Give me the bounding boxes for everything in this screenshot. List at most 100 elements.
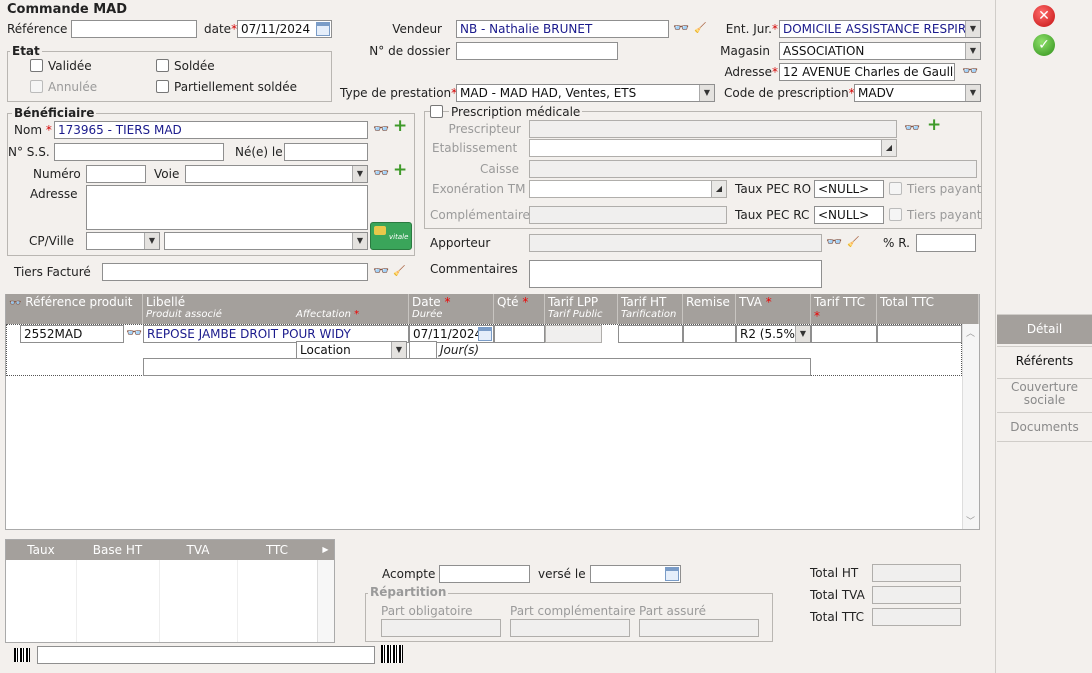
row-produit-associe[interactable] xyxy=(143,358,811,376)
prescription-checkbox[interactable] xyxy=(430,105,443,118)
totals-scrollbar[interactable] xyxy=(317,560,334,642)
code-prescription-select[interactable]: MADV ▼ xyxy=(854,84,981,102)
chevron-down-icon[interactable]: ▼ xyxy=(699,85,714,101)
vitale-card-icon[interactable]: vitale xyxy=(370,222,412,250)
adresse-input[interactable]: 12 AVENUE Charles de Gaulle xyxy=(779,63,955,81)
col-ref: 👓 Référence produit xyxy=(6,294,143,324)
ss-input[interactable] xyxy=(54,143,224,161)
validate-button[interactable]: ✓ xyxy=(1033,34,1055,56)
annulee-checkbox[interactable] xyxy=(30,80,43,93)
taux-rc-input[interactable]: <NULL> xyxy=(814,206,884,224)
etablissement-select[interactable]: ◢ xyxy=(529,139,897,157)
complementaire-input[interactable] xyxy=(529,206,727,224)
binoculars-icon[interactable]: 👓 xyxy=(373,123,389,137)
table-scrollbar[interactable]: ︿ ﹀ xyxy=(962,324,979,529)
row-tarif-ttc[interactable] xyxy=(811,325,877,343)
eraser-icon[interactable]: 🧹 xyxy=(393,265,405,279)
reference-input[interactable] xyxy=(71,20,197,38)
scroll-up-icon[interactable]: ︿ xyxy=(966,326,975,339)
dossier-input[interactable] xyxy=(456,42,618,60)
chevron-down-icon[interactable]: ▼ xyxy=(144,233,159,249)
add-icon[interactable]: + xyxy=(393,162,407,179)
magasin-select[interactable]: ASSOCIATION ▼ xyxy=(779,42,981,60)
barcode-icon xyxy=(14,648,30,662)
acompte-input[interactable] xyxy=(439,565,530,583)
chevron-down-icon[interactable]: ▼ xyxy=(352,233,367,249)
tab-documents[interactable]: Documents xyxy=(997,412,1092,442)
row-tva-select[interactable]: R2 (5.5%) ▼ xyxy=(736,325,811,343)
barcode-input[interactable] xyxy=(37,646,375,664)
binoculars-icon[interactable]: 👓 xyxy=(126,327,142,341)
type-prestation-select[interactable]: MAD - MAD HAD, Ventes, ETS ▼ xyxy=(456,84,715,102)
nom-input[interactable]: 173965 - TIERS MAD xyxy=(54,121,368,139)
col-tva-sum: TVA xyxy=(159,540,237,560)
chevron-down-icon[interactable]: ▼ xyxy=(795,326,810,342)
tab-couverture[interactable]: Couverture sociale xyxy=(997,378,1092,408)
calendar-icon[interactable] xyxy=(316,22,330,36)
exoneration-select[interactable]: ◢ xyxy=(529,180,727,198)
tiers-payant-ro-checkbox[interactable] xyxy=(889,182,902,195)
date-input[interactable]: 07/11/2024 xyxy=(237,20,332,38)
chevron-down-icon[interactable]: ◢ xyxy=(711,181,726,197)
binoculars-icon[interactable]: 👓 xyxy=(904,122,920,136)
tiers-facture-input[interactable] xyxy=(102,263,368,281)
adresse-benef-textarea[interactable] xyxy=(86,185,368,230)
binoculars-icon[interactable]: 👓 xyxy=(673,22,689,36)
partiellement-checkbox[interactable] xyxy=(156,80,169,93)
chevron-down-icon[interactable]: ▼ xyxy=(965,85,980,101)
ville-select[interactable]: ▼ xyxy=(164,232,368,250)
cancel-button[interactable]: ✕ xyxy=(1033,5,1055,27)
calendar-icon[interactable] xyxy=(478,327,492,341)
row-remise[interactable] xyxy=(683,325,736,343)
row-ref-input[interactable]: 2552MAD xyxy=(20,325,124,343)
add-icon[interactable]: + xyxy=(393,118,407,135)
binoculars-icon[interactable]: 👓 xyxy=(9,298,21,309)
prescripteur-input[interactable] xyxy=(529,120,897,138)
row-tarif-ht[interactable] xyxy=(618,325,683,343)
chevron-down-icon[interactable]: ▼ xyxy=(965,43,980,59)
col-total-ttc: Total TTC xyxy=(877,294,979,324)
commentaires-textarea[interactable] xyxy=(529,260,822,288)
apporteur-label: Apporteur xyxy=(430,236,491,250)
taux-ro-label: Taux PEC RO xyxy=(735,182,812,196)
vendeur-input[interactable]: NB - Nathalie BRUNET xyxy=(456,20,669,38)
binoculars-icon[interactable]: 👓 xyxy=(962,65,978,79)
tiers-facture-label: Tiers Facturé xyxy=(14,265,91,279)
tab-referents[interactable]: Référents xyxy=(997,346,1092,376)
nele-input[interactable] xyxy=(284,143,368,161)
cp-select[interactable]: ▼ xyxy=(86,232,160,250)
annulee-label: Annulée xyxy=(48,80,98,94)
row-affectation-select[interactable]: Location ▼ xyxy=(296,341,407,359)
soldee-checkbox[interactable] xyxy=(156,59,169,72)
binoculars-icon[interactable]: 👓 xyxy=(373,265,389,279)
row-duree-input[interactable] xyxy=(409,341,437,359)
eraser-icon[interactable]: 🧹 xyxy=(847,236,859,250)
binoculars-icon[interactable]: 👓 xyxy=(373,167,389,181)
chevron-down-icon[interactable]: ▼ xyxy=(965,21,980,37)
row-qte-input[interactable] xyxy=(494,325,545,343)
caisse-label: Caisse xyxy=(480,162,519,176)
scroll-down-icon[interactable]: ﹀ xyxy=(966,514,975,527)
chevron-down-icon[interactable]: ▼ xyxy=(352,166,367,182)
partiellement-label: Partiellement soldée xyxy=(174,80,297,94)
verse-le-input[interactable] xyxy=(590,565,681,583)
pct-r-input[interactable] xyxy=(916,234,976,252)
tab-detail[interactable]: Détail xyxy=(997,314,1092,344)
calendar-icon[interactable] xyxy=(665,567,679,581)
add-icon[interactable]: + xyxy=(927,117,941,134)
chevron-down-icon[interactable]: ◢ xyxy=(881,140,896,156)
apporteur-input[interactable] xyxy=(529,234,822,252)
ent-jur-select[interactable]: DOMICILE ASSISTANCE RESPIR ▼ xyxy=(779,20,981,38)
etat-title: Etat xyxy=(10,44,42,58)
binoculars-icon[interactable]: 👓 xyxy=(826,236,842,250)
tiers-payant-rc-checkbox[interactable] xyxy=(889,208,902,221)
chevron-down-icon[interactable]: ▼ xyxy=(391,342,406,358)
barcode-scan-icon[interactable] xyxy=(381,645,403,663)
validee-checkbox[interactable] xyxy=(30,59,43,72)
taux-ro-input[interactable]: <NULL> xyxy=(814,180,884,198)
chevron-right-icon[interactable]: ▶ xyxy=(317,540,334,560)
col-qte: Qté * xyxy=(494,294,545,324)
caisse-input[interactable] xyxy=(529,160,977,178)
numero-input[interactable] xyxy=(86,165,146,183)
voie-select[interactable]: ▼ xyxy=(185,165,368,183)
